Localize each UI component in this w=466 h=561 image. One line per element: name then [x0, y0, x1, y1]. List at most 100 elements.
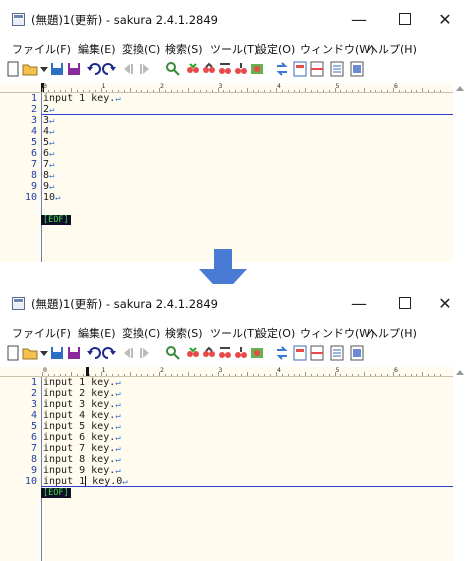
menu-settings[interactable]: 設定(O) — [256, 324, 295, 343]
ruler-tick — [123, 374, 125, 376]
menu-tools[interactable]: ツール(T) — [210, 324, 258, 343]
find-all-icon[interactable] — [233, 345, 249, 361]
search-prev-icon[interactable] — [185, 345, 201, 361]
print-icon[interactable] — [329, 61, 345, 77]
line-end-mark: ↵ — [115, 455, 121, 465]
grep-icon[interactable] — [249, 345, 265, 361]
text-line[interactable]: 7 7↵ — [0, 159, 453, 170]
ruler-tick — [53, 374, 55, 376]
dropdown-icon[interactable] — [36, 345, 48, 361]
text-line[interactable]: 1 input 1 key.↵ — [0, 93, 453, 104]
compare-icon[interactable] — [274, 345, 290, 361]
close-button[interactable]: ✕ — [428, 293, 462, 315]
text-line[interactable]: 6 6↵ — [0, 148, 453, 159]
vertical-scrollbar[interactable] — [453, 83, 466, 262]
ruler-number: 6 — [394, 366, 398, 374]
text-area[interactable]: 0123456 1 input 1 key.↵ 2 2↵ 3 3↵ 4 4↵ 5 5↵ 6 6↵ 7 7↵… — [0, 82, 453, 262]
scroll-up-icon[interactable] — [456, 86, 464, 91]
save-all-icon[interactable] — [66, 345, 82, 361]
undo-icon[interactable] — [86, 345, 102, 361]
text-line[interactable]: 5 5↵ — [0, 137, 453, 148]
minimize-button[interactable]: — — [342, 293, 376, 315]
menu-help[interactable]: ヘルプ(H) — [367, 40, 417, 59]
menu-search[interactable]: 検索(S) — [165, 324, 203, 343]
text-line[interactable]: 6 input 6 key.↵ — [0, 432, 453, 443]
maximize-button[interactable] — [388, 293, 422, 315]
text-line[interactable]: 5 input 5 key.↵ — [0, 421, 453, 432]
dropdown-icon[interactable] — [36, 61, 48, 77]
text-area[interactable]: 0123456 1 input 1 key.↵ 2 input 2 key.↵ 3 inp… — [0, 366, 453, 561]
ruler-tick — [258, 90, 260, 92]
ruler-number: 1 — [101, 82, 106, 90]
menu-tools[interactable]: ツール(T) — [210, 40, 258, 59]
text-line[interactable]: 2 input 2 key.↵ — [0, 388, 453, 399]
ruler-tick — [293, 90, 295, 92]
search-icon[interactable] — [165, 345, 181, 361]
split-icon[interactable] — [309, 345, 325, 361]
text-line[interactable]: 3 input 3 key.↵ — [0, 399, 453, 410]
redo-icon[interactable] — [101, 345, 117, 361]
ruler-tick — [439, 90, 441, 92]
menu-help[interactable]: ヘルプ(H) — [367, 324, 417, 343]
compare-icon[interactable] — [274, 61, 290, 77]
ruler-tick — [410, 374, 412, 376]
search-icon[interactable] — [165, 61, 181, 77]
menu-edit[interactable]: 編集(E) — [78, 40, 116, 59]
outline-icon[interactable] — [292, 345, 308, 361]
menu-window[interactable]: ウィンドウ(W) — [300, 40, 374, 59]
text-line[interactable]: 1 input 1 key.↵ — [0, 377, 453, 388]
replace-icon[interactable] — [217, 345, 233, 361]
search-next-icon[interactable] — [201, 345, 217, 361]
ruler-tick — [94, 374, 96, 376]
jump-forward-icon[interactable] — [137, 345, 153, 361]
text-line[interactable]: 9 9↵ — [0, 181, 453, 192]
save-all-icon[interactable] — [66, 61, 82, 77]
line-number: 9 — [30, 181, 37, 192]
jump-forward-icon[interactable] — [137, 61, 153, 77]
text-line[interactable]: 10 10↵ — [0, 192, 453, 203]
grep-icon[interactable] — [249, 61, 265, 77]
menu-edit[interactable]: 編集(E) — [78, 324, 116, 343]
menu-file[interactable]: ファイル(F) — [12, 324, 71, 343]
line-number: 3 — [30, 115, 37, 126]
undo-icon[interactable] — [86, 61, 102, 77]
text-line[interactable]: 9 input 9 key.↵ — [0, 465, 453, 476]
text-line[interactable]: 7 input 7 key.↵ — [0, 443, 453, 454]
text-line[interactable]: 8 input 8 key.↵ — [0, 454, 453, 465]
scroll-up-icon[interactable] — [456, 370, 464, 375]
search-prev-icon[interactable] — [185, 61, 201, 77]
menu-convert[interactable]: 変換(C) — [122, 40, 160, 59]
text-line[interactable]: 3 3↵ — [0, 115, 453, 126]
ruler-tick — [246, 372, 248, 376]
print-icon[interactable] — [329, 345, 345, 361]
ruler-tick — [381, 374, 383, 376]
text-line[interactable]: 4 4↵ — [0, 126, 453, 137]
ruler-tick — [176, 374, 178, 376]
menu-file[interactable]: ファイル(F) — [12, 40, 71, 59]
menu-convert[interactable]: 変換(C) — [122, 324, 160, 343]
save-icon[interactable] — [49, 61, 65, 77]
settings-icon[interactable] — [349, 345, 365, 361]
menu-search[interactable]: 検索(S) — [165, 40, 203, 59]
outline-icon[interactable] — [292, 61, 308, 77]
settings-icon[interactable] — [349, 61, 365, 77]
text-line[interactable]: 4 input 4 key.↵ — [0, 410, 453, 421]
text-line[interactable]: 8 8↵ — [0, 170, 453, 181]
menu-window[interactable]: ウィンドウ(W) — [300, 324, 374, 343]
maximize-button[interactable] — [388, 9, 422, 31]
jump-back-icon[interactable] — [120, 345, 136, 361]
close-button[interactable]: ✕ — [428, 9, 462, 31]
replace-icon[interactable] — [217, 61, 233, 77]
menu-settings[interactable]: 設定(O) — [256, 40, 295, 59]
jump-back-icon[interactable] — [120, 61, 136, 77]
new-file-icon[interactable] — [5, 345, 21, 361]
split-icon[interactable] — [309, 61, 325, 77]
new-file-icon[interactable] — [5, 61, 21, 77]
redo-icon[interactable] — [101, 61, 117, 77]
minimize-button[interactable]: — — [342, 9, 376, 31]
search-next-icon[interactable] — [201, 61, 217, 77]
vertical-scrollbar[interactable] — [453, 367, 466, 561]
line-text[interactable]: 10↵ — [43, 192, 60, 204]
save-icon[interactable] — [49, 345, 65, 361]
find-all-icon[interactable] — [233, 61, 249, 77]
